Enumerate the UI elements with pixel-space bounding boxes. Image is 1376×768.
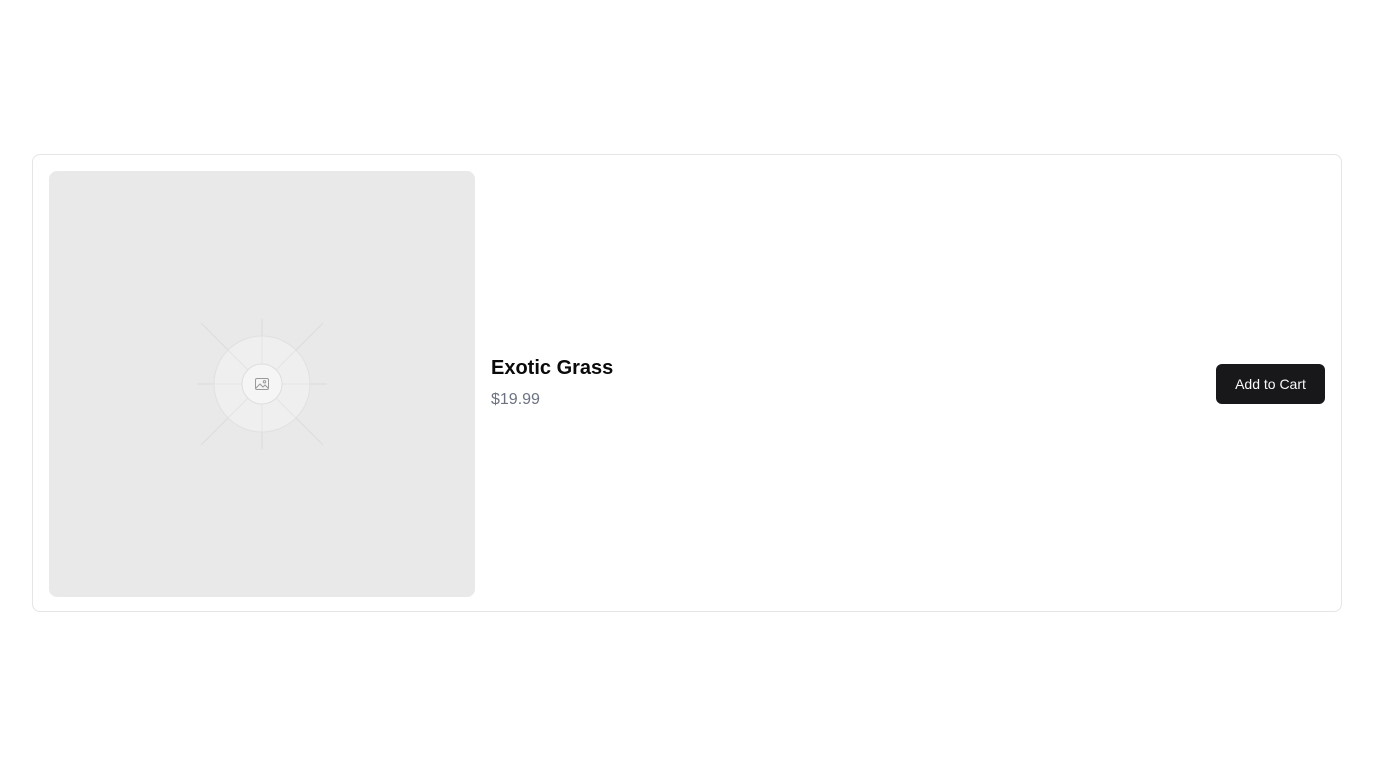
product-card: Exotic Grass $19.99 Add to Cart [32,154,1342,612]
product-image-placeholder [49,171,475,597]
add-to-cart-button[interactable]: Add to Cart [1216,364,1325,404]
image-placeholder-icon [197,319,327,449]
product-info: Exotic Grass $19.99 [491,355,613,411]
product-name: Exotic Grass [491,357,614,379]
product-price: $19.99 [491,391,540,408]
